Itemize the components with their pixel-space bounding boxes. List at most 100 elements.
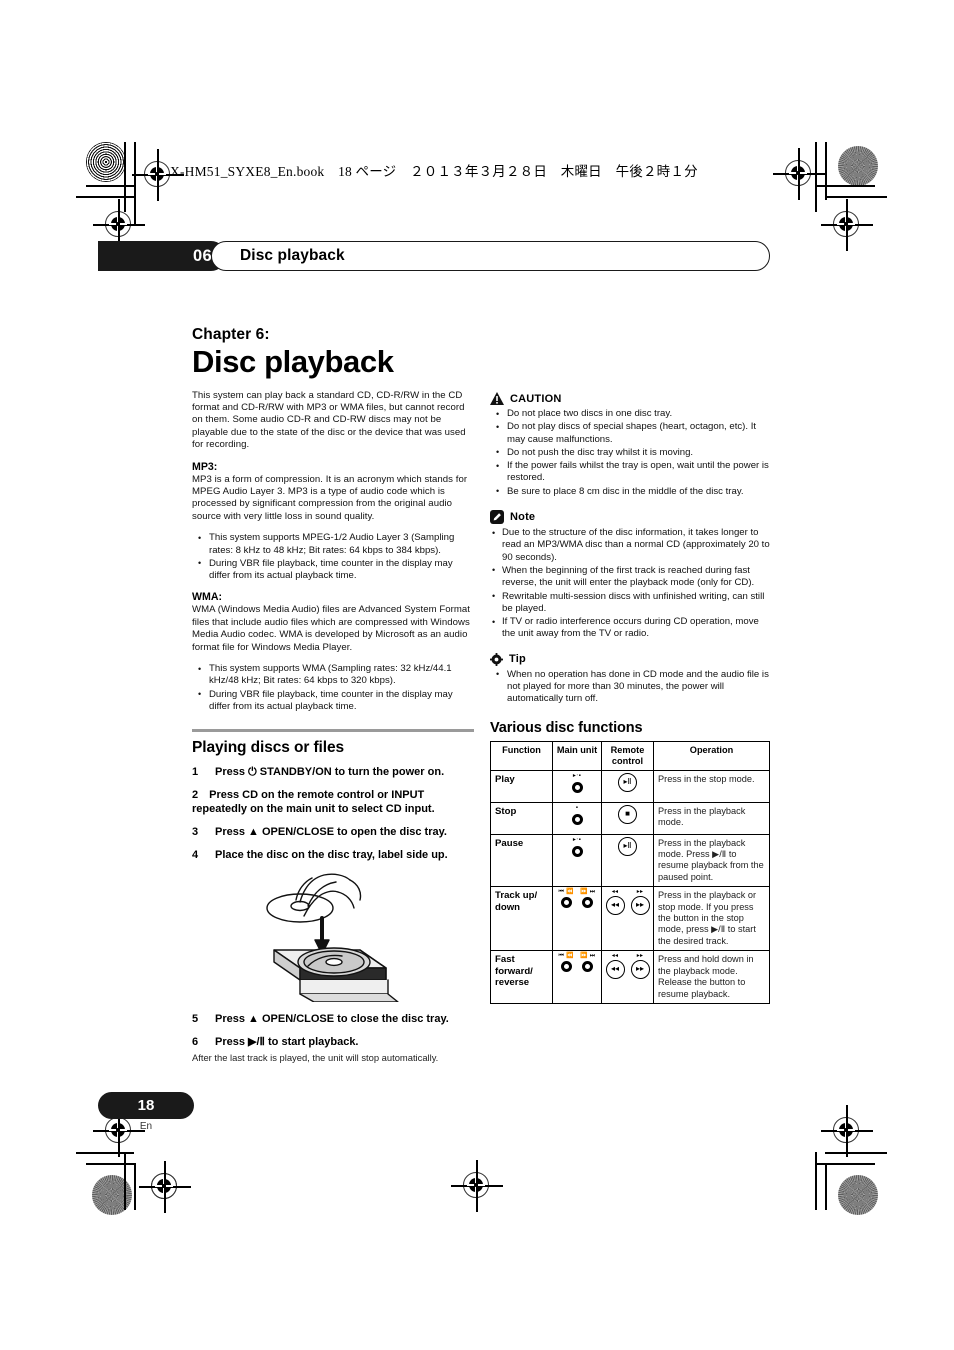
table-row: Fast forward/ reverse ⏮ ⏪ ⏩ ⏭ ◂◂ ◂◂ ▸▸ ▸… <box>490 950 770 1004</box>
various-disc-functions-table: Function Main unit Remote control Operat… <box>490 740 770 1004</box>
halftone-dot-bottom-right <box>838 1175 878 1215</box>
main-unit-knob-icon <box>582 897 594 909</box>
crop-line <box>825 1163 827 1210</box>
crop-line <box>76 196 134 198</box>
main-unit-control-fast: ⏮ ⏪ ⏩ ⏭ <box>552 950 602 1004</box>
remote-button-fwd: ▸▸ ▸▸ <box>630 953 650 980</box>
step-number: 1 <box>192 766 199 779</box>
crop-line <box>815 1152 817 1210</box>
crop-line <box>825 196 887 198</box>
main-unit-knob-icon <box>582 961 594 973</box>
note-block: Note Due to the structure of the disc in… <box>490 510 772 641</box>
wma-body: WMA (Windows Media Audio) files are Adva… <box>192 604 471 653</box>
remote-button-rev: ◂◂ ◂◂ <box>605 953 625 980</box>
row-operation: Press and hold down in the playback mode… <box>653 950 770 1004</box>
remote-play-pause-icon: ▸Ⅱ <box>618 772 637 792</box>
print-slug-line: X-HM51_SYXE8_En.book 18 ページ ２０１３年３月２８日 木… <box>170 164 698 179</box>
disc-tray-illustration <box>192 872 474 1003</box>
chapter-label: Chapter 6: <box>192 326 270 343</box>
wma-bullet-list: This system supports WMA (Sampling rates… <box>192 663 474 713</box>
note-pencil-icon <box>490 510 504 525</box>
crop-line <box>815 185 875 187</box>
mp3-heading: MP3: <box>192 460 218 473</box>
list-item: Do not place two discs in one disc tray. <box>490 407 772 420</box>
step-number: 3 <box>192 826 199 839</box>
registration-mark-top-right <box>773 148 825 200</box>
main-unit-button-label: ▪ <box>575 804 579 811</box>
caution-block: CAUTION Do not place two discs in one di… <box>490 392 772 498</box>
various-disc-functions-heading: Various disc functions <box>490 719 643 736</box>
step-text: Press ▲ OPEN/CLOSE to close the disc tra… <box>215 1013 449 1026</box>
tip-title: Tip <box>509 653 526 666</box>
list-item: During VBR file playback, time counter i… <box>192 688 474 714</box>
column-header-operation: Operation <box>653 740 770 771</box>
chapter-intro-paragraph: This system can play back a standard CD,… <box>192 389 466 451</box>
list-item: This system supports WMA (Sampling rates… <box>192 663 474 688</box>
remote-control-track: ◂◂ ◂◂ ▸▸ ▸▸ <box>601 886 654 952</box>
right-column: CAUTION Do not place two discs in one di… <box>490 392 772 1004</box>
step-6-note: After the last track is played, the unit… <box>192 1052 439 1064</box>
main-unit-button-label: ▸‧▪ <box>572 772 582 779</box>
crop-line <box>134 142 136 224</box>
remote-stop-icon: ■ <box>618 804 637 824</box>
halftone-dot-top-left <box>86 142 126 182</box>
remote-skip-forward-icon: ▸▸ <box>630 896 650 916</box>
step-4: 4 Place the disc on the disc tray, label … <box>192 848 474 862</box>
halftone-dot-bottom-left <box>92 1175 132 1215</box>
row-operation: Press in the playback mode. <box>653 801 770 835</box>
remote-button-prev: ◂◂ ◂◂ <box>605 889 625 916</box>
table-row: Pause ▸‧▪ ▸Ⅱ Press in the playback mode.… <box>490 833 770 888</box>
page-folio: 18 En <box>98 1092 194 1132</box>
remote-control-stop: ■ <box>601 801 654 835</box>
remote-button-next: ▸▸ ▸▸ <box>630 889 650 916</box>
list-item: When the beginning of the first track is… <box>490 564 772 590</box>
list-item: Do not push the disc tray whilst it is m… <box>490 446 772 459</box>
tip-title-row: Tip <box>490 652 772 666</box>
remote-skip-back-icon: ◂◂ <box>605 896 625 916</box>
mp3-bullet-list: This system supports MPEG-1/2 Audio Laye… <box>192 532 474 582</box>
column-header-main-unit: Main unit <box>552 740 602 771</box>
note-bullet-list: Due to the structure of the disc informa… <box>490 527 772 641</box>
main-unit-control-play: ▸‧▪ <box>552 769 602 803</box>
caution-title: CAUTION <box>510 392 562 405</box>
halftone-dot-top-right <box>838 146 878 186</box>
main-unit-button-prev: ⏮ ⏪ <box>559 889 574 909</box>
step-text: Press ⏻ STANDBY/ON to turn the power on. <box>215 766 445 779</box>
tip-gear-icon <box>490 652 503 666</box>
main-unit-knob-icon <box>571 813 583 825</box>
list-item: Do not play discs of special shapes (hea… <box>490 421 772 446</box>
remote-button-label: ◂◂ <box>611 889 619 896</box>
main-unit-button-fwd: ⏩ ⏭ <box>580 953 595 973</box>
remote-play-pause-icon: ▸Ⅱ <box>618 836 637 856</box>
table-header-row: Function Main unit Remote control Operat… <box>490 740 770 771</box>
step-1: 1 Press ⏻ STANDBY/ON to turn the power on… <box>192 765 474 779</box>
list-item: If the power fails whilst the tray is op… <box>490 460 772 485</box>
left-column: Chapter 6: Disc playback This system can… <box>192 326 474 1073</box>
row-function-name: Fast forward/ reverse <box>490 950 553 1004</box>
remote-button-pair: ◂◂ ◂◂ ▸▸ ▸▸ <box>603 889 652 916</box>
step-text: Press ▶/Ⅱ to start playback. <box>215 1036 359 1049</box>
crop-line <box>815 1163 875 1165</box>
main-unit-button-rev: ⏮ ⏪ <box>558 953 574 973</box>
list-item: This system supports MPEG-1/2 Audio Laye… <box>192 532 474 557</box>
list-item: During VBR file playback, time counter i… <box>192 557 474 583</box>
step-text: Press CD on the remote control or INPUT … <box>192 789 435 816</box>
mp3-body: MP3 is a form of compression. It is an a… <box>192 473 468 522</box>
tip-block: Tip When no operation has done in CD mod… <box>490 652 772 706</box>
page-number: 18 <box>98 1092 194 1119</box>
remote-button-label: ▸▸ <box>636 889 644 896</box>
remote-control-play: ▸Ⅱ <box>601 769 654 803</box>
wma-heading: WMA: <box>192 591 223 604</box>
main-unit-knob-icon <box>560 897 572 909</box>
registration-mark-bottom-left-2 <box>139 1161 191 1213</box>
crop-line <box>134 1163 136 1210</box>
registration-mark-bottom-center <box>451 1160 503 1212</box>
row-function-name: Play <box>490 769 553 803</box>
row-function-name: Track up/ down <box>490 886 553 952</box>
column-header-function: Function <box>490 740 553 771</box>
main-unit-button-label: ⏮ ⏪ <box>558 953 574 960</box>
playing-section: Playing discs or files 1 Press ⏻ STANDBY/… <box>192 729 474 1064</box>
main-unit-button-pair: ⏮ ⏪ ⏩ ⏭ <box>554 889 600 909</box>
caution-title-row: CAUTION <box>490 392 772 405</box>
running-head-title: Disc playback <box>211 241 770 271</box>
